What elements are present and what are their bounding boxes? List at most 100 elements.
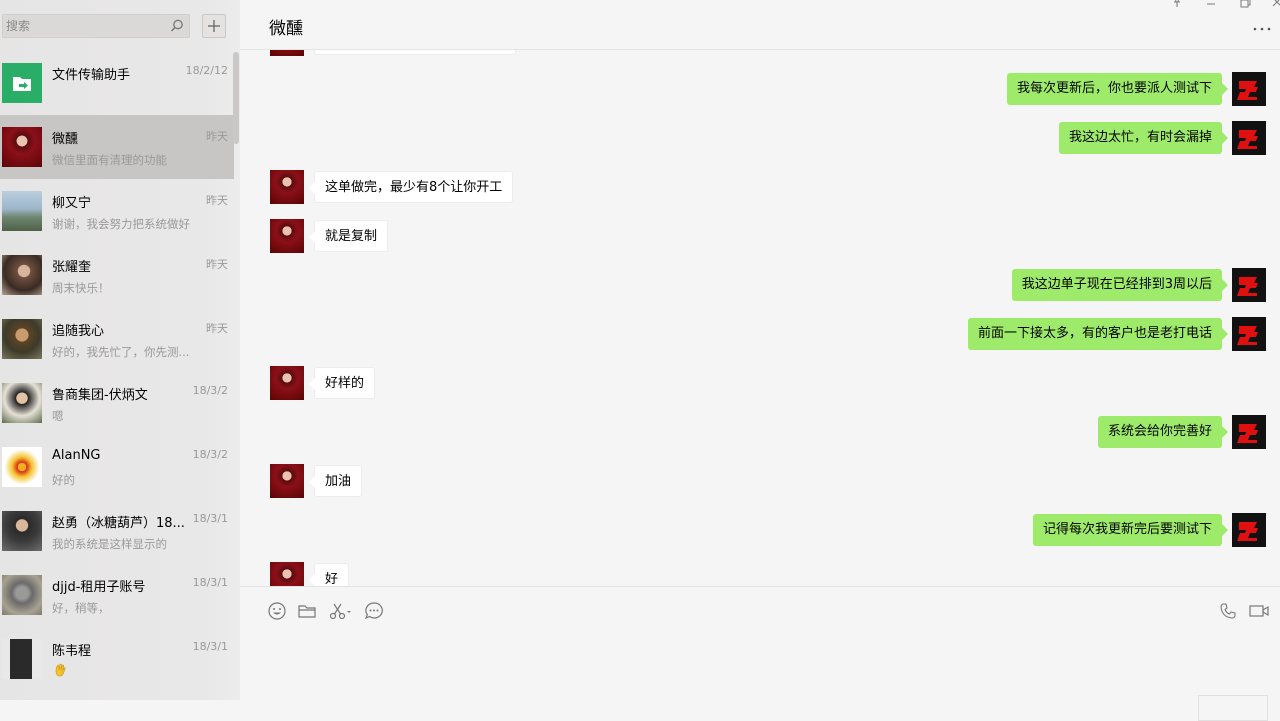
conversation-time: 18/3/2 <box>192 448 228 461</box>
conversation-name: 赵勇（冰糖葫芦）18... <box>52 516 185 531</box>
conversation-item[interactable]: djjd-租用子账号 18/3/1 好，稍等， <box>0 563 234 627</box>
message-text: 就是复制 <box>308 220 389 252</box>
conversation-preview: 好，稍等， <box>52 601 110 615</box>
avatar <box>2 383 42 423</box>
message-sent: 我这边单子现在已经排到3周以后 <box>240 268 1280 308</box>
conversation-name: 柳又宁 <box>52 196 92 211</box>
my-avatar <box>1232 72 1266 106</box>
conversation-item[interactable]: 柳又宁 昨天 谢谢，我会努力把系统做好 <box>0 179 234 243</box>
plus-icon <box>208 20 220 32</box>
message-text: 我这边太忙，有时会漏掉 <box>1058 122 1229 154</box>
avatar <box>2 447 42 487</box>
conversation-item[interactable]: 鲁商集团-伏炳文 18/3/2 嗯 <box>0 371 234 435</box>
message-received: 加油 <box>240 464 1280 504</box>
conversation-time: 昨天 <box>206 194 228 207</box>
avatar <box>2 127 42 167</box>
maximize-icon[interactable] <box>1238 0 1252 8</box>
conversation-time: 18/2/12 <box>185 64 228 77</box>
contact-avatar <box>270 562 304 586</box>
message-composer <box>240 586 1280 721</box>
video-call-icon[interactable] <box>1248 601 1270 621</box>
conversation-name: 追随我心 <box>52 324 105 339</box>
my-avatar-glyph <box>1232 121 1266 155</box>
avatar <box>2 255 42 295</box>
pin-icon[interactable] <box>1170 0 1184 8</box>
search-icon[interactable] <box>169 18 185 34</box>
conversation-item-weixun[interactable]: 微醺 昨天 微信里面有清理的功能 <box>0 115 234 179</box>
message-sent: 我这边太忙，有时会漏掉 <box>240 121 1280 161</box>
my-avatar <box>1232 317 1266 351</box>
message-text: 好 <box>308 563 350 586</box>
my-avatar-glyph <box>1232 317 1266 351</box>
file-transfer-avatar <box>2 63 42 103</box>
message-sent: 前面一下接太多，有的客户也是老打电话 <box>240 317 1280 357</box>
message-received: 这单做完，最少有8个让你开工 <box>240 170 1280 210</box>
conversation-preview: 微信里面有清理的功能 <box>52 153 167 167</box>
conversation-name: 张耀奎 <box>52 260 92 275</box>
avatar <box>2 575 42 615</box>
conversation-name: 鲁商集团-伏炳文 <box>52 388 148 403</box>
conversation-item[interactable]: 赵勇（冰糖葫芦）18... 18/3/1 我的系统是这样显示的 <box>0 499 234 563</box>
contact-avatar <box>270 219 304 253</box>
message-sent: 我每次更新后，你也要派人测试下 <box>240 72 1280 112</box>
message-text: 我每次更新后，你也要派人测试下 <box>1006 73 1229 105</box>
conversation-item[interactable]: AlanNG 18/3/2 好的 <box>0 435 234 499</box>
conversation-time: 18/3/1 <box>192 576 228 589</box>
conversation-time: 18/3/2 <box>192 384 228 397</box>
search-input[interactable] <box>6 17 166 35</box>
conversation-item[interactable]: 陈韦程 18/3/1 <box>0 627 234 691</box>
minimize-icon[interactable] <box>1204 0 1218 8</box>
close-icon[interactable] <box>1270 0 1280 8</box>
emoji-icon[interactable] <box>267 601 287 621</box>
message-received: 就是复制 <box>240 219 1280 259</box>
conversation-time: 18/3/1 <box>192 512 228 525</box>
message-received: 好 <box>240 562 1280 586</box>
my-avatar <box>1232 268 1266 302</box>
conversation-preview <box>52 662 68 681</box>
conversation-item-file-transfer[interactable]: 文件传输助手 18/2/12 <box>0 51 234 115</box>
conversation-preview: 嗯 <box>52 409 64 423</box>
conversation-item[interactable]: 张耀奎 昨天 周末快乐！ <box>0 243 234 307</box>
conversation-time: 18/3/1 <box>192 640 228 653</box>
my-avatar <box>1232 513 1266 547</box>
search-box[interactable] <box>2 14 190 38</box>
my-avatar-glyph <box>1232 72 1266 106</box>
message-list[interactable]: 我每次更新后，你也要派人测试下 我这边太忙，有时会漏掉 这单做完，最少有8个让你… <box>240 50 1280 586</box>
message-text: 好样的 <box>308 367 376 399</box>
my-avatar <box>1232 121 1266 155</box>
phone-icon[interactable] <box>1218 601 1238 621</box>
message-text: 记得每次我更新完后要测试下 <box>1032 514 1229 546</box>
conversation-preview: 我的系统是这样显示的 <box>52 537 167 551</box>
message-received: 好样的 <box>240 366 1280 406</box>
send-button[interactable] <box>1198 695 1268 721</box>
message-bubble <box>314 50 516 55</box>
add-chat-button[interactable] <box>202 14 226 38</box>
my-avatar-glyph <box>1232 513 1266 547</box>
conversation-name: AlanNG <box>52 448 101 463</box>
chat-history-icon[interactable] <box>364 601 384 621</box>
conversation-name: 陈韦程 <box>52 644 92 659</box>
avatar <box>2 319 42 359</box>
conversation-time: 昨天 <box>206 258 228 271</box>
avatar <box>2 511 42 551</box>
message-text: 这单做完，最少有8个让你开工 <box>308 171 514 203</box>
message-text: 系统会给你完善好 <box>1097 416 1229 448</box>
more-options-icon[interactable] <box>1252 22 1272 32</box>
conversation-name: 微醺 <box>52 132 79 147</box>
avatar <box>2 191 42 231</box>
conversation-time: 昨天 <box>206 322 228 335</box>
scissors-icon[interactable] <box>328 601 352 621</box>
conversation-preview: 好的，我先忙了，你先测... <box>52 345 190 359</box>
sidebar-scrollbar[interactable] <box>233 52 239 144</box>
conversation-time: 昨天 <box>206 130 228 143</box>
folder-icon[interactable] <box>297 601 317 621</box>
chat-title: 微醺 <box>269 19 303 39</box>
message-sent: 系统会给你完善好 <box>240 415 1280 455</box>
message-received <box>240 50 1280 62</box>
message-input[interactable] <box>260 631 1264 695</box>
message-text: 加油 <box>308 465 363 497</box>
conversation-preview: 谢谢，我会努力把系统做好 <box>52 217 190 231</box>
conversation-item[interactable]: 追随我心 昨天 好的，我先忙了，你先测... <box>0 307 234 371</box>
message-text: 我这边单子现在已经排到3周以后 <box>1011 269 1229 301</box>
contact-avatar <box>270 170 304 204</box>
